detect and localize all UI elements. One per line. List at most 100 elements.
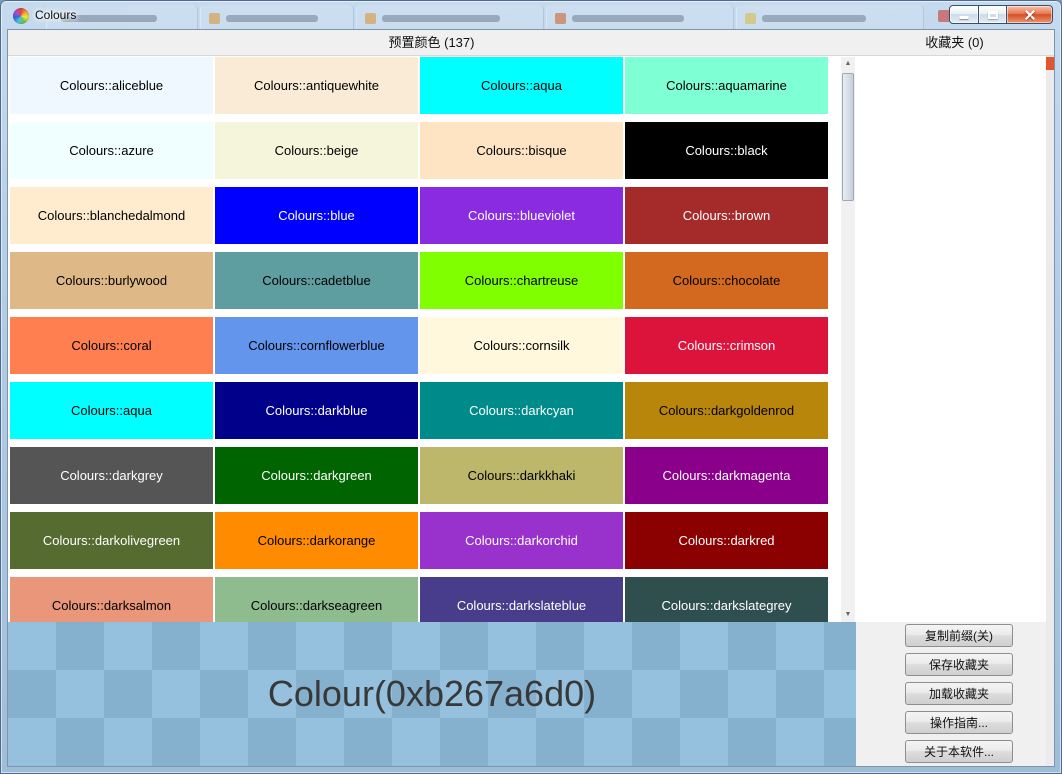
grid-scrollbar-thumb[interactable]	[842, 73, 854, 201]
panes-header: 预置颜色 (137) 收藏夹 (0)	[8, 30, 1054, 56]
color-swatch-label: Colours::azure	[69, 143, 154, 158]
minimize-icon	[960, 16, 969, 19]
action-button[interactable]: 操作指南...	[905, 711, 1013, 734]
grid-scrollbar[interactable]: ▲ ▼	[841, 57, 855, 622]
color-swatch[interactable]: Colours::burlywood	[10, 252, 213, 309]
color-swatch[interactable]: Colours::darkmagenta	[625, 447, 828, 504]
action-button-label: 保存收藏夹	[929, 658, 989, 672]
close-button[interactable]	[1006, 5, 1053, 24]
color-swatch-label: Colours::darksalmon	[52, 598, 171, 613]
action-button-label: 操作指南...	[930, 716, 988, 730]
color-swatch-label: Colours::darkseagreen	[251, 598, 383, 613]
ghost-tab-text	[226, 15, 318, 22]
color-swatch-label: Colours::burlywood	[56, 273, 167, 288]
color-swatch[interactable]: Colours::aqua	[10, 382, 213, 439]
color-swatch[interactable]: Colours::antiquewhite	[215, 57, 418, 114]
color-swatch-label: Colours::darkblue	[266, 403, 368, 418]
color-wheel-app-icon	[13, 8, 29, 24]
color-swatch[interactable]: Colours::darkcyan	[420, 382, 623, 439]
color-swatch[interactable]: Colours::darkgoldenrod	[625, 382, 828, 439]
color-swatch[interactable]: Colours::darkorchid	[420, 512, 623, 569]
color-swatch-label: Colours::aqua	[481, 78, 562, 93]
color-swatch[interactable]: Colours::azure	[10, 122, 213, 179]
color-swatch[interactable]: Colours::blue	[215, 187, 418, 244]
favorites-panel	[856, 56, 1046, 622]
ghost-tab	[736, 5, 924, 30]
background-browser-tabs	[2, 2, 1060, 30]
tab-favicon-icon	[555, 13, 566, 24]
action-button[interactable]: 保存收藏夹	[905, 653, 1013, 676]
ghost-tab	[200, 5, 354, 30]
ghost-tab-text	[572, 15, 684, 22]
ghost-tab	[356, 5, 544, 30]
color-swatch-label: Colours::cornflowerblue	[248, 338, 385, 353]
favorites-scrollbar-thumb[interactable]	[1046, 57, 1054, 70]
action-button-label: 加载收藏夹	[929, 687, 989, 701]
color-swatch[interactable]: Colours::darkorange	[215, 512, 418, 569]
color-swatch[interactable]: Colours::aliceblue	[10, 57, 213, 114]
window-title-bar[interactable]: Colours	[2, 2, 1060, 30]
color-swatch-label: Colours::darkred	[678, 533, 774, 548]
scroll-down-icon[interactable]: ▼	[841, 608, 855, 622]
color-swatch-label: Colours::darkgreen	[261, 468, 372, 483]
color-swatch[interactable]: Colours::darkolivegreen	[10, 512, 213, 569]
color-swatch-label: Colours::darkcyan	[469, 403, 574, 418]
color-swatch[interactable]: Colours::blanchedalmond	[10, 187, 213, 244]
color-swatch[interactable]: Colours::cadetblue	[215, 252, 418, 309]
color-swatch[interactable]: Colours::darkblue	[215, 382, 418, 439]
color-swatch[interactable]: Colours::blueviolet	[420, 187, 623, 244]
color-swatch-label: Colours::blanchedalmond	[38, 208, 185, 223]
color-swatch-label: Colours::darkmagenta	[663, 468, 791, 483]
ghost-tab	[546, 5, 734, 30]
action-button[interactable]: 复制前缀(关)	[905, 624, 1013, 647]
preset-colors-header: 预置颜色 (137)	[8, 30, 855, 55]
color-swatch[interactable]: Colours::cornsilk	[420, 317, 623, 374]
color-swatch-label: Colours::chocolate	[673, 273, 781, 288]
color-swatch[interactable]: Colours::black	[625, 122, 828, 179]
color-swatch-label: Colours::blue	[278, 208, 355, 223]
color-swatch-label: Colours::brown	[683, 208, 770, 223]
color-swatch-label: Colours::darkslateblue	[457, 598, 586, 613]
color-swatch[interactable]: Colours::bisque	[420, 122, 623, 179]
color-swatch[interactable]: Colours::chocolate	[625, 252, 828, 309]
color-swatch-label: Colours::crimson	[678, 338, 776, 353]
tab-favicon-icon	[209, 13, 220, 24]
ghost-tab-text	[762, 15, 866, 22]
app-window: Colours 预置颜色 (137) 收藏夹 (0) Colours::alic…	[0, 0, 1062, 774]
action-button-label: 关于本软件...	[924, 745, 994, 759]
favorites-scrollbar[interactable]	[1046, 56, 1054, 766]
action-button[interactable]: 加载收藏夹	[905, 682, 1013, 705]
action-button-label: 复制前缀(关)	[925, 629, 993, 643]
color-swatch[interactable]: Colours::beige	[215, 122, 418, 179]
color-swatch[interactable]: Colours::aqua	[420, 57, 623, 114]
color-swatch[interactable]: Colours::brown	[625, 187, 828, 244]
color-swatch[interactable]: Colours::darkgreen	[215, 447, 418, 504]
color-swatch[interactable]: Colours::darkkhaki	[420, 447, 623, 504]
color-swatch-label: Colours::antiquewhite	[254, 78, 379, 93]
color-swatch-label: Colours::cadetblue	[262, 273, 370, 288]
color-swatch-label: Colours::aquamarine	[666, 78, 787, 93]
action-button-zone: 复制前缀(关) 保存收藏夹 加载收藏夹 操作指南... 关于本软件...	[856, 622, 1054, 766]
maximize-button[interactable]	[978, 5, 1007, 24]
window-title: Colours	[35, 8, 76, 22]
color-swatch[interactable]: Colours::chartreuse	[420, 252, 623, 309]
client-area: 预置颜色 (137) 收藏夹 (0) Colours::aliceblue Co…	[8, 30, 1054, 766]
color-swatch[interactable]: Colours::darkred	[625, 512, 828, 569]
maximize-icon	[988, 11, 998, 19]
color-swatch-label: Colours::cornsilk	[473, 338, 569, 353]
tab-favicon-icon	[745, 13, 756, 24]
favorites-header: 收藏夹 (0)	[855, 30, 1054, 55]
color-swatch[interactable]: Colours::aquamarine	[625, 57, 828, 114]
minimize-button[interactable]	[949, 5, 979, 24]
action-button[interactable]: 关于本软件...	[905, 740, 1013, 763]
color-swatch-label: Colours::blueviolet	[468, 208, 575, 223]
color-swatch[interactable]: Colours::coral	[10, 317, 213, 374]
ghost-tab-text	[382, 15, 500, 22]
preview-color-label: Colour(0xb267a6d0)	[268, 673, 596, 715]
color-swatch[interactable]: Colours::cornflowerblue	[215, 317, 418, 374]
window-controls	[949, 5, 1053, 24]
color-swatch[interactable]: Colours::darkgrey	[10, 447, 213, 504]
color-swatch[interactable]: Colours::crimson	[625, 317, 828, 374]
scroll-up-icon[interactable]: ▲	[841, 57, 855, 71]
color-swatch-label: Colours::darkgoldenrod	[659, 403, 794, 418]
